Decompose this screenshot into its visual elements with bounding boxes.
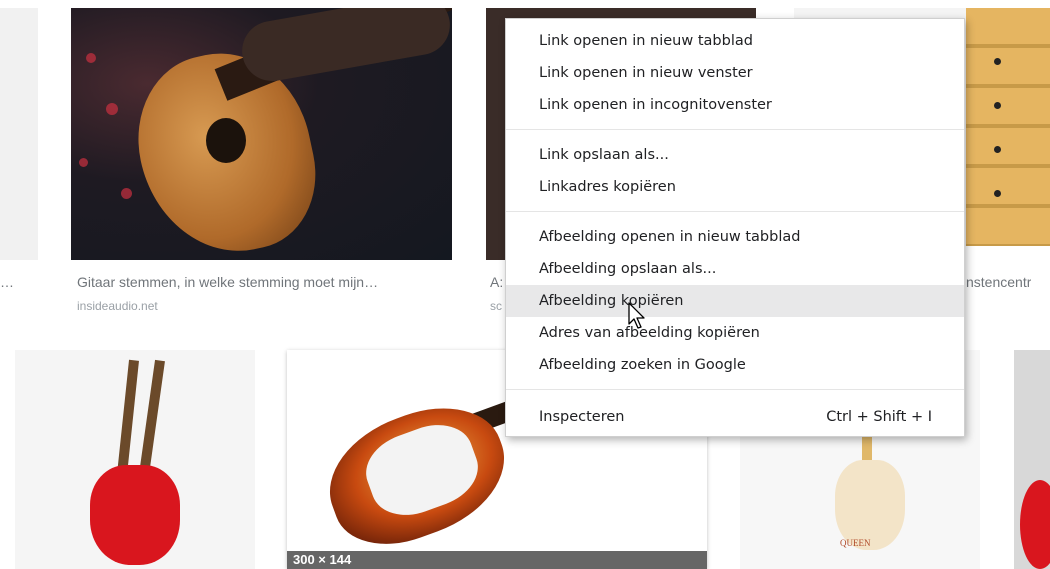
image-result-thumbnail-1[interactable] (0, 8, 38, 260)
arrow-cursor-icon (628, 302, 645, 329)
image-result-source-2[interactable]: insideaudio.net (77, 299, 158, 313)
menu-item-save-link-as[interactable]: Link opslaan als... (506, 139, 964, 171)
menu-item-copy-image-address[interactable]: Adres van afbeelding kopiëren (506, 317, 964, 349)
menu-item-open-link-incognito[interactable]: Link openen in incognitovenster (506, 89, 964, 121)
menu-separator (506, 211, 964, 212)
image-result-caption-2[interactable]: Gitaar stemmen, in welke stemming moet m… (77, 274, 457, 290)
menu-separator (506, 129, 964, 130)
image-result-caption-3[interactable]: A: (490, 274, 503, 290)
image-result-caption-1[interactable]: … (0, 274, 14, 290)
queen-logo: QUEEN (840, 538, 871, 548)
menu-item-save-image-as[interactable]: Afbeelding opslaan als... (506, 253, 964, 285)
menu-item-open-image-new-tab[interactable]: Afbeelding openen in nieuw tabblad (506, 221, 964, 253)
menu-item-open-link-new-window[interactable]: Link openen in nieuw venster (506, 57, 964, 89)
image-result-source-3[interactable]: sc (490, 299, 502, 313)
image-result-caption-4[interactable]: nstencentr (966, 274, 1031, 290)
menu-item-copy-link-address[interactable]: Linkadres kopiëren (506, 171, 964, 203)
image-result-thumbnail-8[interactable] (1014, 350, 1050, 569)
image-result-thumbnail-2[interactable] (71, 8, 452, 260)
image-dimensions-label: 300 × 144 (287, 551, 707, 569)
context-menu: Link openen in nieuw tabblad Link openen… (505, 18, 965, 437)
menu-item-open-link-new-tab[interactable]: Link openen in nieuw tabblad (506, 25, 964, 57)
menu-separator (506, 389, 964, 390)
image-result-thumbnail-5[interactable] (15, 350, 255, 569)
menu-item-inspect-label: Inspecteren (539, 409, 625, 425)
menu-item-search-image-google[interactable]: Afbeelding zoeken in Google (506, 349, 964, 381)
inspect-shortcut: Ctrl + Shift + I (826, 409, 932, 425)
menu-item-inspect[interactable]: Inspecteren Ctrl + Shift + I (506, 401, 964, 433)
menu-item-copy-image[interactable]: Afbeelding kopiëren (506, 285, 964, 317)
